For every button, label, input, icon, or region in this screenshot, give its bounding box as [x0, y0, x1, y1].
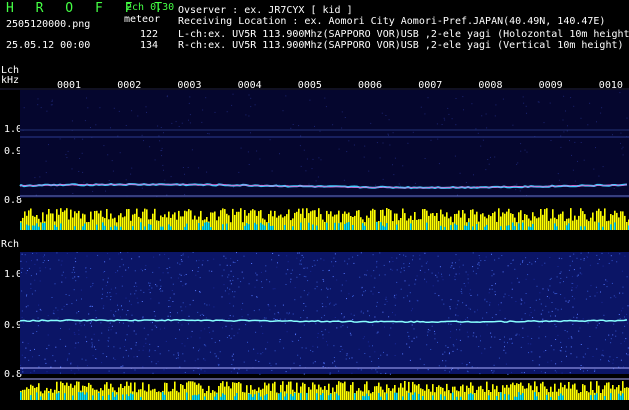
spectrogram-overlay	[0, 88, 629, 400]
